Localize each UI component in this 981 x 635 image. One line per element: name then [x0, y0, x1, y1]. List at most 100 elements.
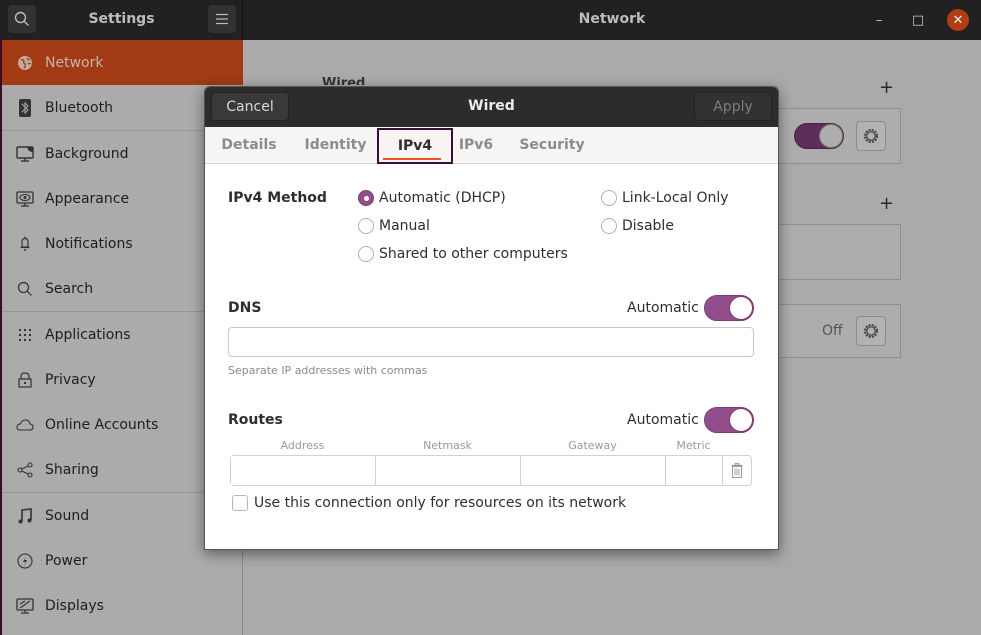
dialog-header: Cancel Wired Apply — [205, 87, 778, 127]
proxy-status: Off — [822, 323, 843, 339]
toggle-knob — [819, 124, 843, 148]
radio-button[interactable] — [358, 246, 374, 262]
radio-label: Automatic (DHCP) — [379, 190, 506, 206]
sidebar-item-label: Network — [45, 54, 104, 71]
radio-label: Link-Local Only — [622, 190, 729, 206]
apply-button[interactable]: Apply — [694, 92, 772, 121]
sidebar-item-label: Applications — [45, 326, 131, 343]
routes-label: Routes — [228, 412, 283, 428]
toggle-knob — [729, 408, 753, 432]
plus-icon: + — [879, 193, 895, 214]
radio-button[interactable] — [358, 218, 374, 234]
routes-automatic-toggle[interactable] — [704, 407, 754, 433]
tab-security[interactable]: Security — [512, 127, 592, 163]
method-disable[interactable]: Disable — [601, 218, 674, 234]
sidebar-item-label: Online Accounts — [45, 416, 159, 433]
trash-icon — [731, 463, 743, 478]
dns-label: DNS — [228, 300, 262, 316]
bluetooth-icon — [14, 98, 36, 117]
minimize-icon: – — [875, 12, 883, 28]
dns-automatic-label: Automatic — [627, 300, 699, 316]
sidebar-item-label: Power — [45, 552, 88, 569]
method-link-local[interactable]: Link-Local Only — [601, 190, 729, 206]
hamburger-icon — [216, 13, 228, 25]
tab-bar: Details Identity IPv4 IPv6 Security — [205, 127, 778, 164]
sidebar-item-label: Search — [45, 280, 94, 297]
sidebar-item-label: Sound — [45, 507, 90, 524]
ipv4-method-label: IPv4 Method — [228, 190, 327, 206]
cloud-icon — [14, 418, 36, 431]
header-bar: Settings Network – □ ✕ — [0, 0, 981, 40]
power-icon — [14, 552, 36, 569]
sidebar-item-label: Notifications — [45, 235, 133, 252]
only-resources-option[interactable]: Use this connection only for resources o… — [232, 495, 626, 511]
radio-label: Disable — [622, 218, 674, 234]
tab-ipv4[interactable]: IPv4 — [377, 128, 453, 164]
toggle-knob — [729, 296, 753, 320]
method-shared[interactable]: Shared to other computers — [358, 246, 568, 262]
sidebar-item-label: Bluetooth — [45, 99, 113, 116]
sidebar-item-label: Sharing — [45, 461, 99, 478]
sidebar-item-label: Appearance — [45, 190, 130, 207]
routes-automatic-label: Automatic — [627, 412, 699, 428]
gear-icon — [864, 129, 878, 143]
dns-automatic-toggle[interactable] — [704, 295, 754, 321]
radio-button[interactable] — [358, 190, 374, 206]
background-icon — [14, 145, 36, 162]
wired-toggle[interactable] — [794, 123, 844, 149]
share-icon — [14, 461, 36, 478]
dns-hint: Separate IP addresses with commas — [228, 364, 428, 377]
sidebar-item-label: Displays — [45, 597, 104, 614]
gear-icon — [864, 324, 878, 338]
radio-label: Shared to other computers — [379, 246, 568, 262]
dns-input[interactable] — [228, 327, 754, 357]
only-resources-checkbox[interactable] — [232, 495, 248, 511]
only-resources-label: Use this connection only for resources o… — [254, 495, 627, 511]
sidebar-item-label: Background — [45, 145, 129, 162]
sidebar-item-displays[interactable]: Displays — [2, 583, 243, 628]
column-header-netmask: Netmask — [423, 439, 472, 452]
sidebar-header: Settings — [0, 0, 243, 40]
dialog-title: Wired — [468, 98, 515, 114]
menu-button[interactable] — [208, 5, 236, 33]
radio-label: Manual — [379, 218, 430, 234]
display-icon — [14, 597, 36, 614]
route-address-input[interactable] — [231, 456, 376, 485]
tab-ipv6[interactable]: IPv6 — [453, 127, 499, 163]
method-automatic-dhcp[interactable]: Automatic (DHCP) — [358, 190, 506, 206]
method-manual[interactable]: Manual — [358, 218, 430, 234]
plus-icon: + — [879, 77, 895, 98]
column-header-address: Address — [280, 439, 325, 452]
cancel-button[interactable]: Cancel — [211, 92, 289, 121]
wired-heading: Wired — [322, 76, 366, 85]
minimize-button[interactable]: – — [868, 9, 890, 31]
appearance-icon — [14, 190, 36, 207]
column-header-gateway: Gateway — [568, 439, 617, 452]
route-metric-input[interactable] — [666, 456, 723, 485]
tab-details[interactable]: Details — [213, 127, 285, 163]
maximize-icon: □ — [911, 12, 925, 28]
bell-icon — [14, 236, 36, 252]
delete-route-button[interactable] — [723, 456, 751, 485]
wired-dialog: Cancel Wired Apply Details Identity IPv4… — [204, 86, 779, 550]
music-note-icon — [14, 507, 36, 524]
maximize-button[interactable]: □ — [907, 9, 929, 31]
column-header-metric: Metric — [676, 439, 711, 452]
search-icon — [14, 281, 36, 297]
radio-button[interactable] — [601, 190, 617, 206]
proxy-settings-button[interactable] — [856, 316, 886, 346]
sidebar-item-label: Privacy — [45, 371, 96, 388]
lock-icon — [14, 371, 36, 388]
tab-identity[interactable]: Identity — [297, 127, 374, 163]
route-gateway-input[interactable] — [521, 456, 666, 485]
sidebar-title: Settings — [88, 11, 155, 27]
radio-button[interactable] — [601, 218, 617, 234]
add-wired-button[interactable]: + — [879, 79, 894, 97]
add-vpn-button[interactable]: + — [879, 195, 894, 213]
route-row — [230, 455, 752, 486]
close-icon: ✕ — [952, 12, 964, 28]
route-netmask-input[interactable] — [376, 456, 521, 485]
wired-settings-button[interactable] — [856, 121, 886, 151]
sidebar-item-network[interactable]: Network — [2, 40, 243, 85]
close-button[interactable]: ✕ — [947, 9, 969, 31]
